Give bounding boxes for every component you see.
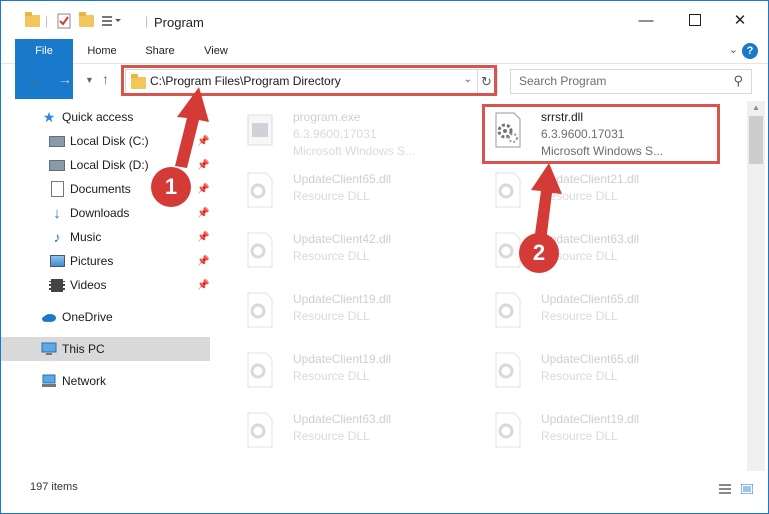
arrow-1: [175, 87, 209, 168]
annotation-arrows: [175, 87, 562, 242]
explorer-window: | | Program — ✕ File Home Share View ⌄ ?…: [0, 0, 769, 514]
callout-2: 2: [519, 233, 559, 273]
arrow-2: [531, 163, 562, 242]
callout-1: 1: [151, 167, 191, 207]
